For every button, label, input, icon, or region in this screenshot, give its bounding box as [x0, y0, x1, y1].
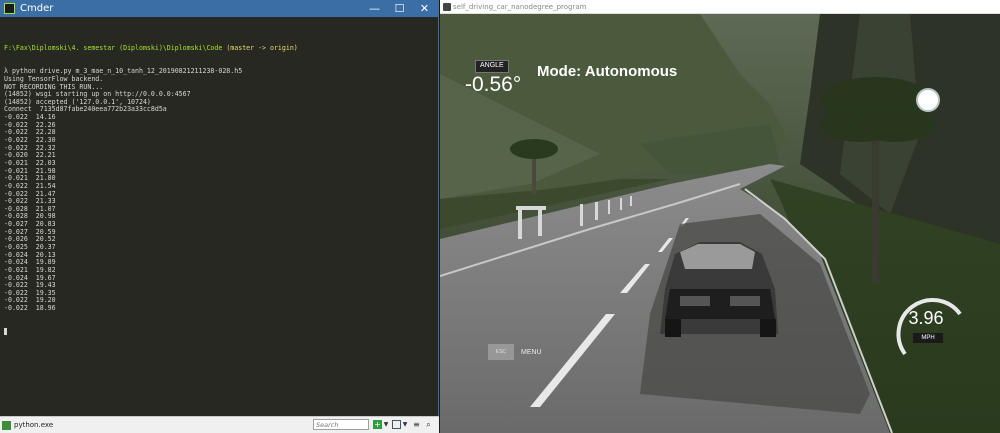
cursor-line	[4, 328, 434, 336]
terminal-cursor	[4, 328, 7, 336]
terminal-line: -0.021 21.98	[4, 166, 56, 175]
terminal-line: -0.022 21.47	[4, 189, 56, 198]
mode-toggle[interactable]	[916, 88, 940, 112]
hamburger-icon[interactable]: ≡	[412, 420, 421, 429]
cmder-statusbar: python.exe Search + ▼ ▼ ≡ ⌕	[0, 416, 439, 433]
terminal-line: -0.022 22.26	[4, 120, 56, 129]
terminal-line: -0.022 14.16	[4, 113, 56, 122]
terminal-line: -0.022 21.33	[4, 197, 56, 206]
terminal-line: -0.022 19.43	[4, 281, 56, 290]
simulator-window: self_driving_car_nanodegree_program ANGL…	[440, 0, 1000, 433]
terminal-line: -0.024 20.13	[4, 250, 56, 259]
terminal-line: Connect 7135d87fabe240eea772b23a33cc8d5a	[4, 105, 167, 114]
tab-python[interactable]: python.exe	[2, 419, 53, 431]
terminal-lines: λ python drive.py m_3_mae_n_10_tanh_12_2…	[4, 68, 434, 313]
minimize-button[interactable]: —	[362, 0, 387, 17]
mode-label: Mode: Autonomous	[537, 63, 678, 80]
menu-label[interactable]: MENU	[521, 348, 542, 357]
terminal-line: -0.024 19.67	[4, 273, 56, 282]
cmder-window: Cmder — ☐ ✕ F:\Fax\Diplomski\4. semestar…	[0, 0, 439, 433]
terminal-line: -0.022 22.32	[4, 143, 56, 152]
angle-value: -0.56°	[465, 73, 522, 96]
chevron-down-icon[interactable]: ▼	[383, 420, 389, 429]
terminal-line: -0.021 19.82	[4, 265, 56, 274]
angle-label: ANGLE	[475, 60, 509, 73]
tab-label: python.exe	[14, 421, 54, 429]
terminal-line: -0.028 20.98	[4, 212, 56, 221]
terminal-line: -0.026 20.52	[4, 235, 56, 244]
cmder-titlebar[interactable]: Cmder — ☐ ✕	[0, 0, 439, 17]
terminal-line: -0.027 20.59	[4, 227, 56, 236]
cmder-title: Cmder	[20, 3, 54, 14]
driving-scene	[440, 14, 1000, 433]
terminal-line: -0.022 22.28	[4, 128, 56, 137]
unity-icon	[443, 3, 451, 11]
car	[660, 242, 778, 337]
terminal-line: -0.024 19.89	[4, 258, 56, 267]
cmder-icon	[4, 3, 15, 14]
search-icon[interactable]: ⌕	[424, 420, 433, 429]
terminal-line: -0.025 20.37	[4, 243, 56, 251]
terminal-line: -0.022 18.96	[4, 304, 56, 313]
terminal-line: -0.021 22.03	[4, 158, 56, 167]
simulator-titlebar[interactable]: self_driving_car_nanodegree_program	[440, 0, 1000, 14]
terminal-line: -0.022 19.35	[4, 288, 56, 297]
prompt-line: F:\Fax\Diplomski\4. semestar (Diplomski)…	[4, 44, 434, 53]
simulator-title: self_driving_car_nanodegree_program	[453, 3, 587, 11]
terminal-line: -0.022 21.54	[4, 181, 56, 190]
search-input[interactable]: Search	[313, 419, 369, 430]
terminal-line: -0.022 22.30	[4, 136, 56, 145]
speed-value: 3.96	[908, 308, 944, 328]
prompt-path: F:\Fax\Diplomski\4. semestar (Diplomski)…	[4, 44, 223, 53]
terminal-output[interactable]: F:\Fax\Diplomski\4. semestar (Diplomski)…	[4, 30, 434, 410]
terminal-line: -0.022 19.20	[4, 296, 56, 305]
maximize-button[interactable]: ☐	[387, 0, 412, 17]
split-view-icon[interactable]	[392, 420, 401, 429]
python-tab-icon	[2, 420, 11, 430]
prompt-git-branch: (master -> origin)	[222, 44, 298, 53]
plus-icon[interactable]: +	[373, 420, 382, 429]
speed-unit: MPH	[913, 333, 943, 343]
terminal-line: -0.027 20.83	[4, 220, 56, 229]
esc-button[interactable]: ESC	[488, 344, 514, 360]
terminal-line: -0.028 21.07	[4, 204, 56, 213]
chevron-down-icon[interactable]: ▼	[402, 420, 408, 429]
terminal-line: -0.021 21.80	[4, 174, 56, 183]
close-button[interactable]: ✕	[412, 0, 437, 17]
terminal-line: -0.020 22.21	[4, 151, 56, 160]
